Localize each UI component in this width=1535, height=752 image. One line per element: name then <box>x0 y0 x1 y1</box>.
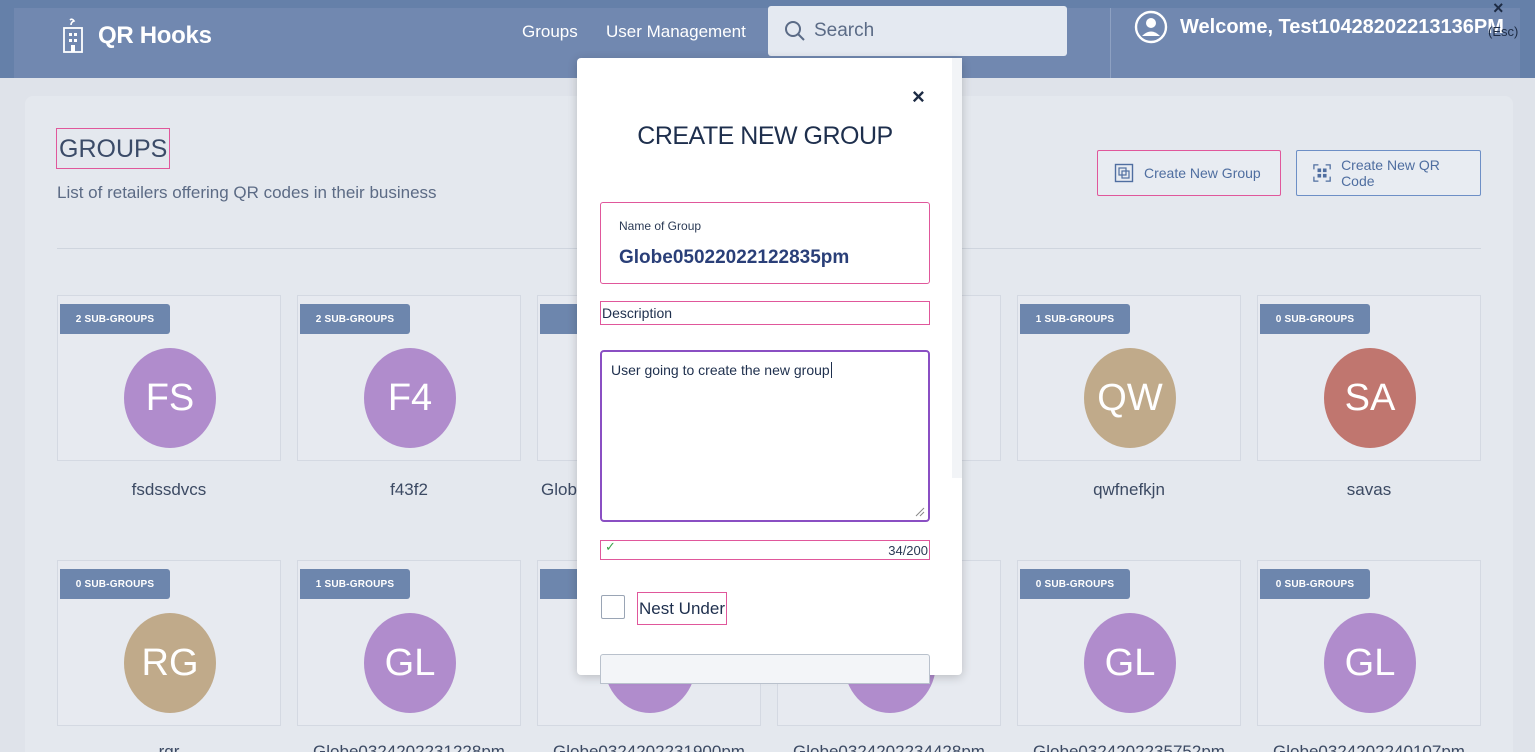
user-avatar-icon <box>1134 10 1168 44</box>
group-avatar: GL <box>1324 613 1416 713</box>
group-name-field[interactable]: Name of Group Globe05022022122835pm <box>600 202 930 284</box>
group-name[interactable]: Globe0324202231900pm <box>537 742 761 752</box>
subgroups-badge: 0 SUB-GROUPS <box>1020 569 1130 599</box>
building-icon <box>63 18 83 53</box>
modal-scrollbar[interactable] <box>952 58 962 478</box>
group-avatar: GL <box>1084 613 1176 713</box>
create-new-group-label: Create New Group <box>1144 165 1261 181</box>
subgroups-badge: 0 SUB-GROUPS <box>1260 569 1370 599</box>
esc-hint: (Esc) <box>1488 24 1519 39</box>
search-placeholder: Search <box>814 20 875 41</box>
subgroups-badge: 2 SUB-GROUPS <box>300 304 410 334</box>
group-avatar: RG <box>124 613 216 713</box>
group-avatar: FS <box>124 348 216 448</box>
group-name[interactable]: Globe0324202240107pm <box>1257 742 1481 752</box>
create-new-group-button[interactable]: Create New Group <box>1097 150 1281 196</box>
user-menu[interactable]: Welcome, Test10428202213136PM <box>1134 10 1504 44</box>
group-name[interactable]: qwfnefkjn <box>1017 480 1241 500</box>
resize-handle-icon[interactable] <box>913 505 925 517</box>
create-new-qr-code-button[interactable]: Create New QR Code <box>1296 150 1481 196</box>
group-name[interactable]: rgr <box>57 742 281 752</box>
group-name[interactable]: savas <box>1257 480 1481 500</box>
nav-user-management[interactable]: User Management <box>606 22 746 42</box>
group-avatar: GL <box>364 613 456 713</box>
page-title: GROUPS <box>56 128 171 169</box>
app-logo[interactable]: QR Hooks <box>60 18 212 54</box>
header-divider <box>1110 8 1111 78</box>
subgroups-badge: 0 SUB-GROUPS <box>60 569 170 599</box>
app-name: QR Hooks <box>98 22 212 49</box>
modal-close-icon[interactable]: × <box>912 84 925 110</box>
check-icon: ✓ <box>605 539 616 554</box>
group-name[interactable]: Globe0324202231228pm <box>297 742 521 752</box>
submit-button[interactable] <box>600 654 930 684</box>
group-icon <box>1114 163 1134 183</box>
group-name-value: Globe05022022122835pm <box>619 247 850 268</box>
description-value: User going to create the new group <box>611 362 830 378</box>
subgroups-badge: 2 SUB-GROUPS <box>60 304 170 334</box>
group-avatar: QW <box>1084 348 1176 448</box>
group-avatar: SA <box>1324 348 1416 448</box>
group-name[interactable]: f43f2 <box>297 480 521 500</box>
close-icon[interactable]: × <box>1493 0 1504 19</box>
description-textarea[interactable]: User going to create the new group​ <box>600 350 930 522</box>
create-new-qr-code-label: Create New QR Code <box>1341 157 1440 189</box>
qr-code-icon <box>1313 164 1331 182</box>
modal-title: CREATE NEW GROUP <box>637 122 893 150</box>
group-avatar: F4 <box>364 348 456 448</box>
subgroups-badge: 1 SUB-GROUPS <box>1020 304 1130 334</box>
search-input[interactable]: Search <box>768 6 1067 56</box>
text-cursor: ​ <box>830 362 832 378</box>
character-counter: 34/200 <box>888 543 928 558</box>
group-name[interactable]: Globe0324202234428pm <box>777 742 1001 752</box>
nav-groups[interactable]: Groups <box>522 22 578 42</box>
subgroups-badge: 0 SUB-GROUPS <box>1260 304 1370 334</box>
nest-under-label[interactable]: Nest Under <box>637 592 727 625</box>
subgroups-badge: 1 SUB-GROUPS <box>300 569 410 599</box>
search-icon <box>785 21 805 41</box>
page-subtitle: List of retailers offering QR codes in t… <box>57 183 437 202</box>
group-name[interactable]: fsdssdvcs <box>57 480 281 500</box>
group-name-label: Name of Group <box>619 219 702 233</box>
nest-under-checkbox[interactable] <box>601 595 625 619</box>
description-label: Description <box>600 301 930 325</box>
group-name[interactable]: Globe0324202235752pm <box>1017 742 1241 752</box>
character-counter-row: ✓ 34/200 <box>600 539 930 560</box>
welcome-text: Welcome, Test10428202213136PM <box>1180 15 1504 38</box>
